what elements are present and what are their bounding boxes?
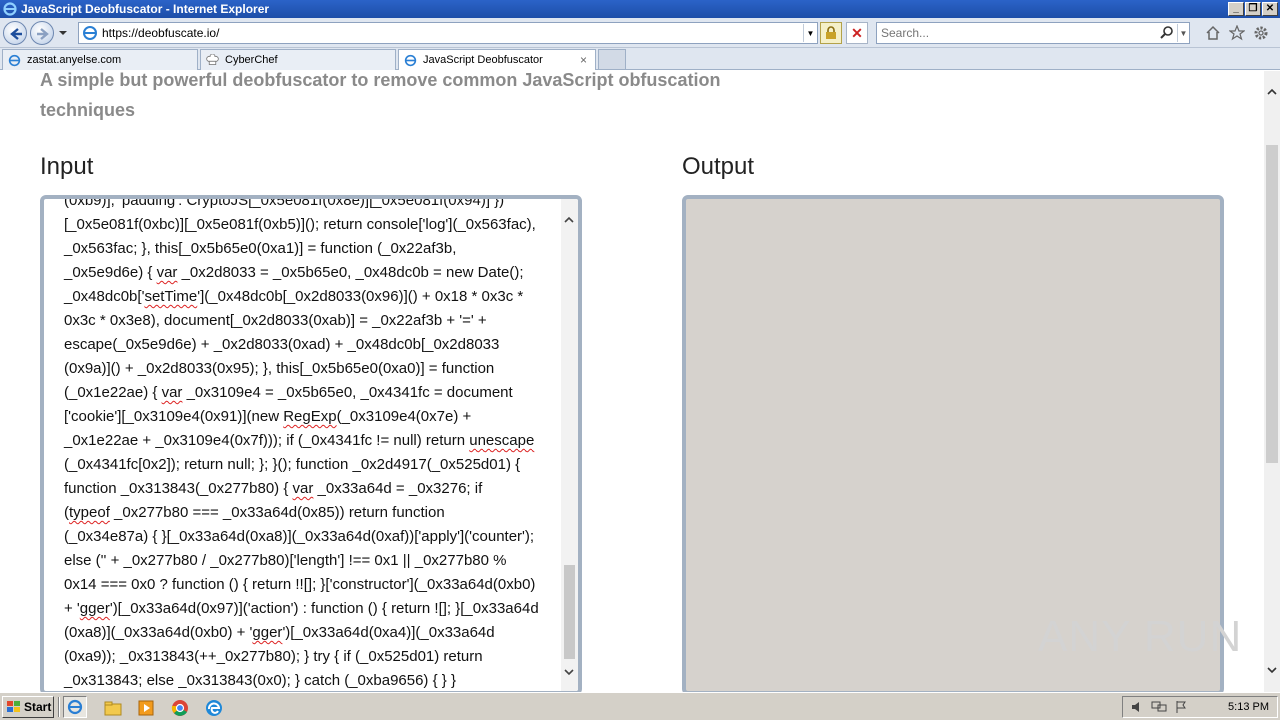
- address-dropdown-icon[interactable]: ▼: [803, 24, 817, 42]
- system-tray: 5:13 PM: [1122, 696, 1278, 718]
- page-scrollbar-thumb[interactable]: [1266, 145, 1278, 463]
- input-heading: Input: [40, 153, 94, 180]
- window-title: JavaScript Deobfuscator - Internet Explo…: [21, 2, 270, 16]
- address-url[interactable]: https://deobfuscate.io/: [102, 26, 803, 40]
- code-line: (0xb9)], 'padding': CryptoJS[_0x5e081f(0…: [64, 195, 505, 209]
- output-heading: Output: [682, 153, 755, 180]
- window-title-bar: JavaScript Deobfuscator - Internet Explo…: [0, 0, 1280, 18]
- code-line: _0x5e9d6e) { var _0x2d8033 = _0x5b65e0, …: [64, 264, 524, 281]
- tab-label: CyberChef: [225, 54, 278, 66]
- forward-button[interactable]: [30, 21, 54, 45]
- close-x-icon: ✕: [851, 24, 863, 41]
- chef-hat-icon: [205, 53, 219, 67]
- code-line: (_0x1e22ae) { var _0x3109e4 = _0x5b65e0,…: [64, 384, 513, 401]
- taskbar-media-player-button[interactable]: [136, 698, 156, 718]
- taskbar: Start 5:13 PM: [0, 692, 1280, 720]
- watermark-text: ANY RUN: [1038, 612, 1243, 661]
- favorites-star-icon[interactable]: [1228, 24, 1246, 42]
- code-line: (0xa9)); _0x313843(++_0x277b80); } try {…: [64, 648, 483, 665]
- arrow-left-icon: [10, 28, 22, 40]
- chrome-icon: [171, 700, 188, 716]
- scroll-up-icon[interactable]: [1267, 87, 1277, 97]
- home-icon[interactable]: [1204, 24, 1222, 42]
- code-line: _0x313843; else _0x313843(0x0); } catch …: [64, 672, 456, 689]
- code-line: [_0x5e081f(0xbc)][_0x5e081f(0xb5)](); re…: [64, 216, 536, 233]
- ie-page-icon: [7, 53, 21, 67]
- page-scrollbar[interactable]: [1264, 71, 1280, 692]
- address-bar[interactable]: https://deobfuscate.io/ ▼: [78, 22, 818, 44]
- code-line: 0x3c * 0x3e8), document[_0x2d8033(0xab)]…: [64, 312, 487, 329]
- back-button[interactable]: [3, 21, 27, 45]
- history-dropdown-icon[interactable]: [58, 28, 68, 38]
- taskbar-clock: 5:13 PM: [1228, 701, 1269, 713]
- edge-icon: [206, 700, 222, 716]
- close-button[interactable]: ✕: [1262, 2, 1278, 16]
- security-lock-button[interactable]: [820, 22, 842, 44]
- taskbar-chrome-button[interactable]: [170, 698, 190, 718]
- taskbar-separator: [58, 697, 60, 717]
- code-line: 0x14 === 0x0 ? function () { return !![]…: [64, 576, 536, 593]
- ie-logo-icon: [67, 699, 83, 715]
- tab-close-icon[interactable]: ×: [580, 53, 587, 67]
- gear-icon[interactable]: [1252, 24, 1270, 42]
- code-line: (_0x4341fc[0x2]); return null; }; }(); f…: [64, 456, 521, 473]
- code-line: (0xa8)](_0x33a64d(0xb0) + 'gger')[_0x33a…: [64, 624, 495, 641]
- speaker-icon[interactable]: [1129, 699, 1145, 715]
- tab-zastat[interactable]: zastat.anyelse.com: [2, 49, 198, 70]
- code-line: else ('' + _0x277b80 / _0x277b80)['lengt…: [64, 552, 507, 569]
- flag-notification-icon[interactable]: [1173, 699, 1189, 715]
- code-line: _0x563fac; }, this[_0x5b65e0(0xa1)] = fu…: [64, 240, 457, 257]
- code-line: escape(_0x5e9d6e) + _0x2d8033(0xad) + _0…: [64, 336, 500, 353]
- search-dropdown-icon[interactable]: ▼: [1177, 24, 1189, 42]
- network-icon[interactable]: [1151, 699, 1167, 715]
- tab-javascript-deobfuscator[interactable]: JavaScript Deobfuscator ×: [398, 49, 596, 70]
- input-code-text[interactable]: (0xb9)], 'padding': CryptoJS[_0x5e081f(0…: [64, 195, 560, 691]
- media-player-icon: [138, 700, 154, 716]
- tab-label: zastat.anyelse.com: [27, 54, 122, 66]
- start-label: Start: [24, 700, 52, 714]
- search-input[interactable]: [877, 26, 1159, 40]
- code-line: (0x9a)]() + _0x2d8033(0x95); }, this[_0x…: [64, 360, 495, 377]
- start-button[interactable]: Start: [2, 696, 54, 718]
- navigation-bar: https://deobfuscate.io/ ▼ ✕ ▼: [0, 18, 1280, 48]
- page-tagline: A simple but powerful deobfuscator to re…: [40, 71, 721, 120]
- new-tab-button[interactable]: [598, 49, 626, 70]
- tab-cyberchef[interactable]: CyberChef: [200, 49, 396, 70]
- ie-logo-icon: [2, 1, 18, 17]
- minimize-button[interactable]: _: [1228, 2, 1244, 16]
- code-line: (_0x34e87a) { }[_0x33a64d(0xa8)](_0x33a6…: [64, 528, 535, 545]
- code-line: _0x1e22ae + _0x3109e4(0x7f))); if (_0x43…: [64, 432, 535, 449]
- taskbar-ie-button[interactable]: [63, 696, 87, 718]
- code-line: _0x48dc0b['setTime'](_0x48dc0b[_0x2d8033…: [64, 288, 524, 305]
- anyrun-watermark: ANY RUN: [1038, 612, 1242, 662]
- ie-page-icon: [403, 53, 417, 67]
- taskbar-edge-button[interactable]: [204, 698, 224, 718]
- arrow-right-icon: [37, 28, 49, 40]
- folder-icon: [104, 701, 122, 716]
- ie-page-icon: [83, 26, 97, 40]
- taskbar-explorer-button[interactable]: [103, 698, 123, 718]
- windows-flag-icon: [7, 701, 20, 712]
- code-line: function _0x313843(_0x277b80) { var _0x3…: [64, 480, 483, 497]
- search-icon[interactable]: [1159, 25, 1175, 41]
- code-line: ['cookie'][_0x3109e4(0x91)](new RegExp(_…: [64, 408, 472, 425]
- restore-button[interactable]: ❐: [1245, 2, 1261, 16]
- input-textarea[interactable]: (0xb9)], 'padding': CryptoJS[_0x5e081f(0…: [40, 195, 582, 692]
- scroll-down-icon[interactable]: [564, 667, 574, 677]
- lock-icon: [826, 26, 836, 39]
- tab-label: JavaScript Deobfuscator: [423, 54, 543, 66]
- code-line: (typeof _0x277b80 === _0x33a64d(0x85)) r…: [64, 504, 445, 521]
- search-box[interactable]: ▼: [876, 22, 1190, 44]
- scroll-down-icon[interactable]: [1267, 665, 1277, 675]
- web-page: A simple but powerful deobfuscator to re…: [0, 71, 1264, 692]
- scroll-up-icon[interactable]: [564, 215, 574, 225]
- code-line: + 'gger')[_0x33a64d(0x97)]('action') : f…: [64, 600, 539, 617]
- input-scrollbar-thumb[interactable]: [564, 565, 575, 659]
- tab-bar: zastat.anyelse.com CyberChef JavaScript …: [0, 48, 1280, 70]
- stop-button[interactable]: ✕: [846, 22, 868, 44]
- input-scrollbar[interactable]: [561, 199, 578, 691]
